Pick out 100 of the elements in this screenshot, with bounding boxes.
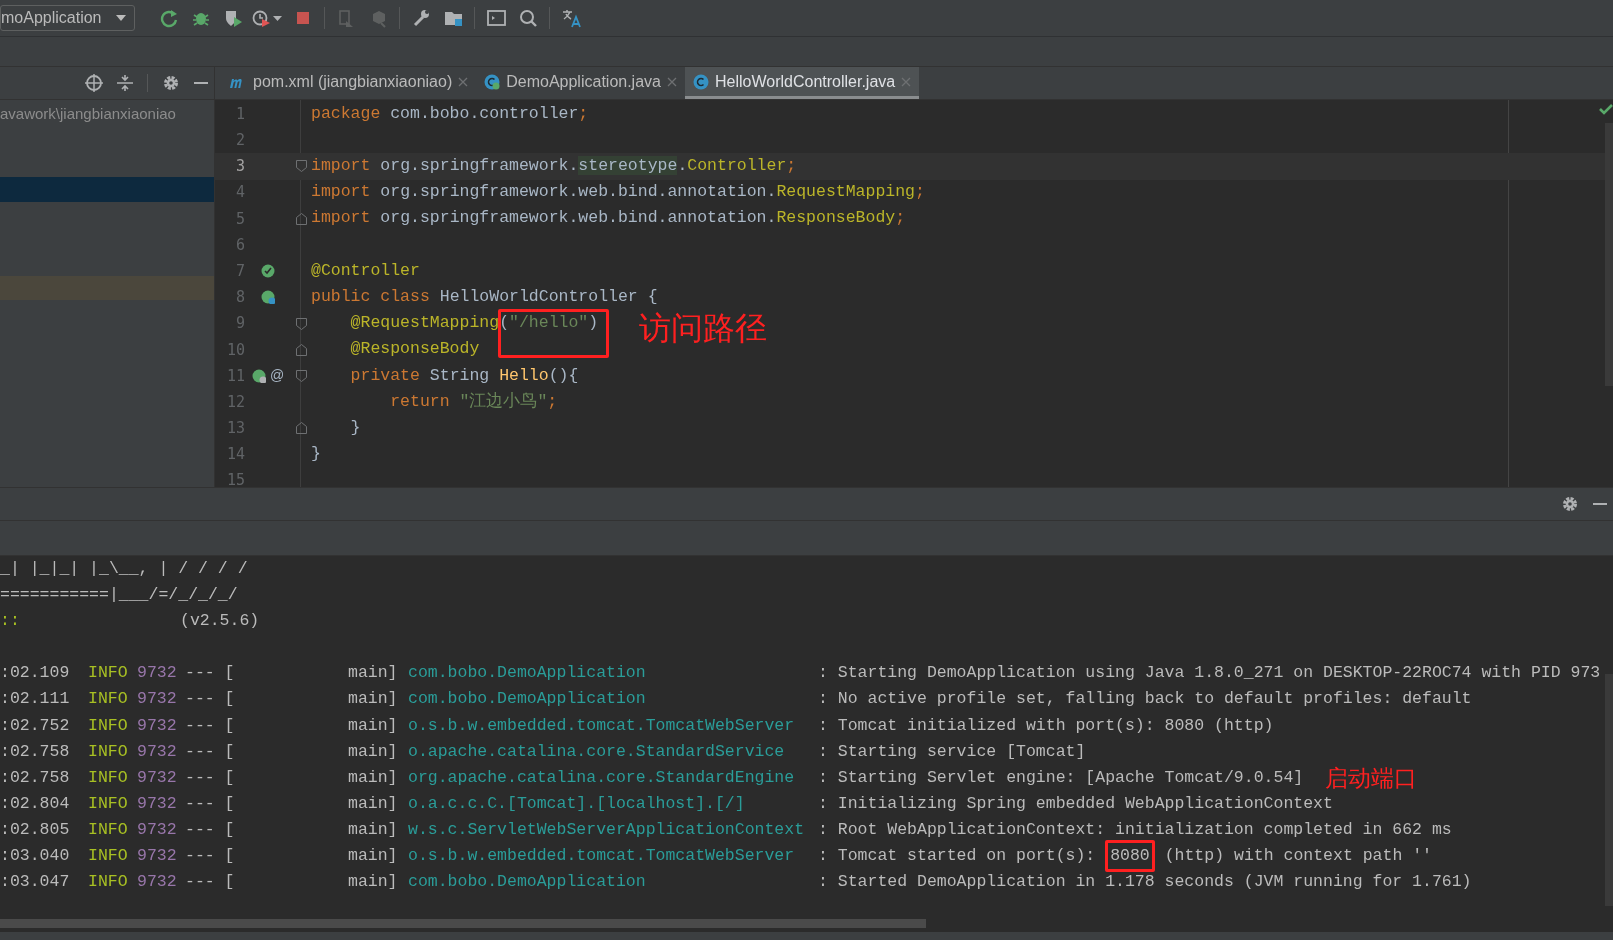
log-message: : Starting Servlet engine: [Apache Tomcat/9.0.54] <box>818 766 1304 789</box>
log-separator: --- [ <box>185 688 236 711</box>
log-logger: com.bobo.DemoApplication <box>408 662 647 685</box>
close-icon[interactable] <box>458 76 469 87</box>
fold-marker-icon[interactable] <box>295 343 307 356</box>
log-thread: main] <box>348 818 399 841</box>
log-message: : Starting DemoApplication using Java 1.8.0_271 on DESKTOP-22ROC74 with PID 973 <box>818 662 1601 685</box>
close-icon[interactable] <box>666 76 677 87</box>
log-time: :02.805 <box>0 818 71 841</box>
log-time: :02.758 <box>0 766 71 789</box>
log-message: : Initializing Spring embedded WebApplicationContext <box>818 792 1333 815</box>
settings-icon[interactable] <box>1561 495 1579 513</box>
spring-bean-icon[interactable] <box>261 290 275 305</box>
log-pid: 9732 <box>137 688 178 711</box>
rerun-icon[interactable] <box>159 8 179 28</box>
log-level: INFO <box>88 714 129 737</box>
log-message: : Starting service [Tomcat] <box>818 740 1086 763</box>
log-logger: w.s.c.ServletWebServerApplicationContext <box>408 818 806 841</box>
log-level: INFO <box>88 688 129 711</box>
log-time: :02.758 <box>0 740 71 763</box>
settings-icon[interactable] <box>162 74 180 92</box>
shield-run-icon[interactable] <box>223 8 243 28</box>
log-thread: main] <box>348 792 399 815</box>
log-thread: main] <box>348 845 399 868</box>
line-number: 8 <box>234 287 245 309</box>
log-separator: --- [ <box>185 818 236 841</box>
console-line: _| |_|_| |_\__, | / / / / <box>0 558 249 580</box>
translate-icon[interactable] <box>561 8 581 28</box>
log-level: INFO <box>88 792 129 815</box>
line-number: 6 <box>234 234 245 256</box>
caret-icon <box>116 15 126 21</box>
check-icon <box>1599 104 1613 115</box>
log-separator: --- [ <box>185 714 236 737</box>
log-logger: o.a.c.c.C.[Tomcat].[localhost].[/] <box>408 792 746 815</box>
window-icon[interactable] <box>486 8 506 28</box>
log-pid: 9732 <box>137 714 178 737</box>
profiler-icon[interactable] <box>251 8 271 28</box>
log-time: :03.040 <box>0 845 71 868</box>
log-message: : Tomcat started on port(s): <box>818 845 1097 868</box>
log-time: :03.047 <box>0 871 71 894</box>
line-number: 7 <box>234 260 245 282</box>
log-message: : Started DemoApplication in 1.178 seconds (JVM running for 1.761) <box>818 871 1472 894</box>
console-line: :: <box>0 610 21 633</box>
boxed-port: 8080 <box>1105 840 1155 873</box>
editor-tab[interactable]: DemoApplication.java <box>476 67 685 99</box>
caret-icon[interactable] <box>273 15 282 21</box>
fold-marker-icon[interactable] <box>295 369 307 382</box>
line-number: 9 <box>234 313 245 335</box>
log-message: : Tomcat initialized with port(s): 8080 (http) <box>818 714 1274 737</box>
log-thread: main] <box>348 740 399 763</box>
search-icon[interactable] <box>518 8 538 28</box>
console-line: ===========|___/=/_/_/_/ <box>0 584 239 607</box>
crosshair-icon[interactable] <box>85 74 103 92</box>
line-number: 14 <box>225 444 245 466</box>
line-number: 12 <box>225 391 245 413</box>
log-time: :02.111 <box>0 688 71 711</box>
log-message: : No active profile set, falling back to default profiles: default <box>818 688 1472 711</box>
editor-tab[interactable]: HelloWorldController.java <box>684 67 920 99</box>
scrollbar[interactable] <box>0 919 926 928</box>
line-number: 11 <box>225 365 245 387</box>
log-time: :02.752 <box>0 714 71 737</box>
run-config-dropdown[interactable]: moApplication <box>0 5 135 31</box>
spring-bean-icon[interactable] <box>261 264 275 279</box>
code-line: import org.springframework.web.bind.annotation.ResponseBody; <box>311 207 906 230</box>
fold-marker-icon[interactable] <box>295 422 307 435</box>
log-thread: main] <box>348 871 399 894</box>
log-level: INFO <box>88 871 129 894</box>
editor-tab[interactable]: pom.xml (jiangbianxiaoniao) <box>221 67 477 99</box>
project-path[interactable]: avawork\jiangbianxiaoniao <box>0 102 176 126</box>
log-pid: 9732 <box>137 766 178 789</box>
collapse-icon[interactable] <box>117 74 133 92</box>
log-pid: 9732 <box>137 845 178 868</box>
log-level: INFO <box>88 766 129 789</box>
line-number: 1 <box>234 103 245 125</box>
line-number: 2 <box>234 130 245 152</box>
log-pid: 9732 <box>137 792 178 815</box>
log-logger: o.apache.catalina.core.StandardService <box>408 740 786 763</box>
log-level: INFO <box>88 662 129 685</box>
log-logger: com.bobo.DemoApplication <box>408 871 647 894</box>
fold-marker-icon[interactable] <box>295 160 307 173</box>
log-message: : Root WebApplicationContext: initialization completed in 662 ms <box>818 818 1452 841</box>
code-line: } <box>349 416 361 439</box>
fold-marker-icon[interactable] <box>295 212 307 225</box>
spring-bean-icon[interactable] <box>251 368 266 383</box>
gutter-at-sign[interactable]: @ <box>269 365 285 387</box>
class-icon <box>692 73 709 90</box>
code-line: @Controller <box>311 259 420 282</box>
log-separator: --- [ <box>185 871 236 894</box>
fold-marker-icon[interactable] <box>295 317 307 330</box>
log-separator: --- [ <box>185 766 236 789</box>
line-number: 4 <box>234 182 245 204</box>
line-number: 15 <box>225 470 245 487</box>
annotation-label: 访问路径 <box>639 309 767 348</box>
line-number: 5 <box>234 208 245 230</box>
log-logger: com.bobo.DemoApplication <box>408 688 647 711</box>
log-time: :02.804 <box>0 792 71 815</box>
wrench-icon[interactable] <box>411 8 431 28</box>
line-number: 3 <box>234 156 245 178</box>
log-level: INFO <box>88 845 129 868</box>
code-line: import org.springframework.stereotype.Controller; <box>311 155 797 178</box>
